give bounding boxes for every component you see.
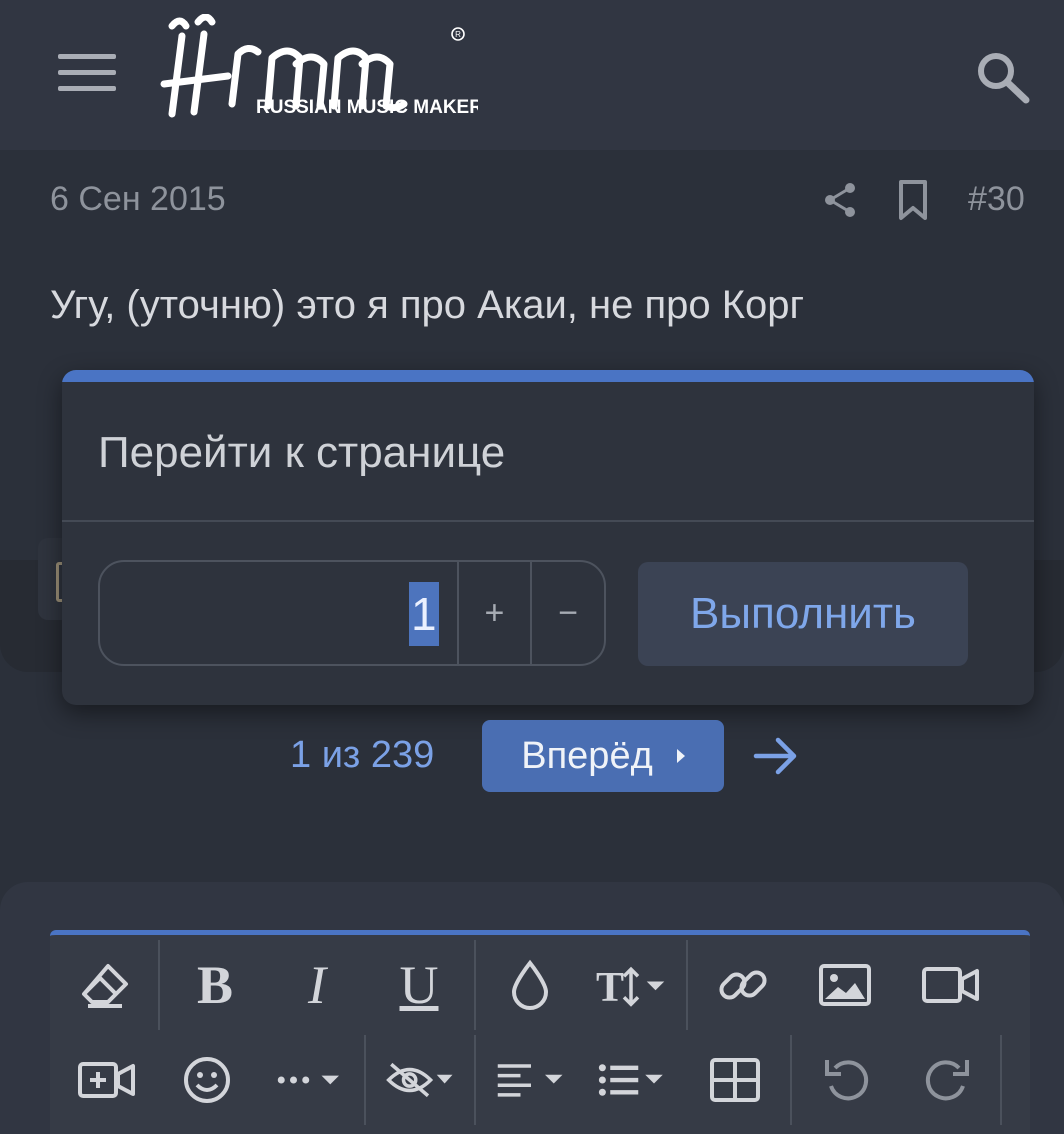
text-size-icon[interactable]: T [596, 950, 666, 1020]
toolbar-separator [158, 940, 160, 1030]
toolbar-separator [686, 940, 688, 1030]
goto-page-dialog: Перейти к странице 1 + − Выполнить [62, 370, 1034, 705]
app-header: R RUSSIAN MUSIC MAKERS [0, 0, 1064, 150]
share-icon[interactable] [820, 180, 860, 220]
link-icon[interactable] [708, 950, 778, 1020]
svg-text:T: T [596, 965, 624, 1011]
page-number-stepper: 1 + − [98, 560, 606, 666]
redo-icon[interactable] [912, 1045, 982, 1115]
hide-icon[interactable] [386, 1045, 456, 1115]
insert-media-icon[interactable] [72, 1045, 142, 1115]
toolbar-separator [790, 1035, 792, 1125]
eraser-icon[interactable] [70, 950, 140, 1020]
toolbar-separator [474, 1035, 476, 1125]
table-icon[interactable] [700, 1045, 770, 1115]
go-button[interactable]: Выполнить [638, 562, 968, 666]
post-text: Угу, (уточню) это я про Акаи, не про Кор… [50, 283, 805, 327]
toolbar-separator [364, 1035, 366, 1125]
color-drop-icon[interactable] [495, 950, 565, 1020]
underline-icon[interactable]: U [384, 950, 454, 1020]
image-icon[interactable] [810, 950, 880, 1020]
page-indicator[interactable]: 1 из 239 [290, 734, 434, 777]
site-logo[interactable]: R RUSSIAN MUSIC MAKERS [158, 14, 478, 129]
smile-icon[interactable] [172, 1045, 242, 1115]
list-icon[interactable] [598, 1045, 668, 1115]
caret-right-icon [676, 749, 685, 763]
post-date[interactable]: 6 Сен 2015 [50, 180, 226, 219]
menu-icon[interactable] [58, 54, 116, 94]
page-number-input[interactable]: 1 [100, 562, 459, 664]
arrow-right-icon[interactable] [752, 734, 800, 778]
increment-button[interactable]: + [459, 562, 533, 664]
svg-text:R: R [455, 30, 461, 39]
more-icon[interactable] [276, 1045, 346, 1115]
search-icon[interactable] [970, 46, 1034, 106]
dialog-divider [62, 520, 1034, 522]
toolbar-separator [474, 940, 476, 1030]
brand-tagline: RUSSIAN MUSIC MAKERS [256, 97, 478, 118]
undo-icon[interactable] [812, 1045, 882, 1115]
page-number-value: 1 [408, 582, 439, 646]
post-number[interactable]: #30 [968, 180, 1025, 219]
italic-icon[interactable]: I [282, 950, 352, 1020]
next-page-button[interactable]: Вперёд [482, 720, 724, 792]
bookmark-icon[interactable] [893, 178, 933, 222]
video-icon[interactable] [916, 950, 986, 1020]
align-icon[interactable] [496, 1045, 566, 1115]
bold-icon[interactable]: B [180, 950, 250, 1020]
dialog-accent-bar [62, 370, 1034, 382]
toolbar-separator [1000, 1035, 1002, 1125]
editor-toolbar: B I U T [50, 930, 1030, 1134]
decrement-button[interactable]: − [532, 562, 604, 664]
next-page-label: Вперёд [521, 734, 653, 777]
dialog-title: Перейти к странице [98, 428, 506, 477]
